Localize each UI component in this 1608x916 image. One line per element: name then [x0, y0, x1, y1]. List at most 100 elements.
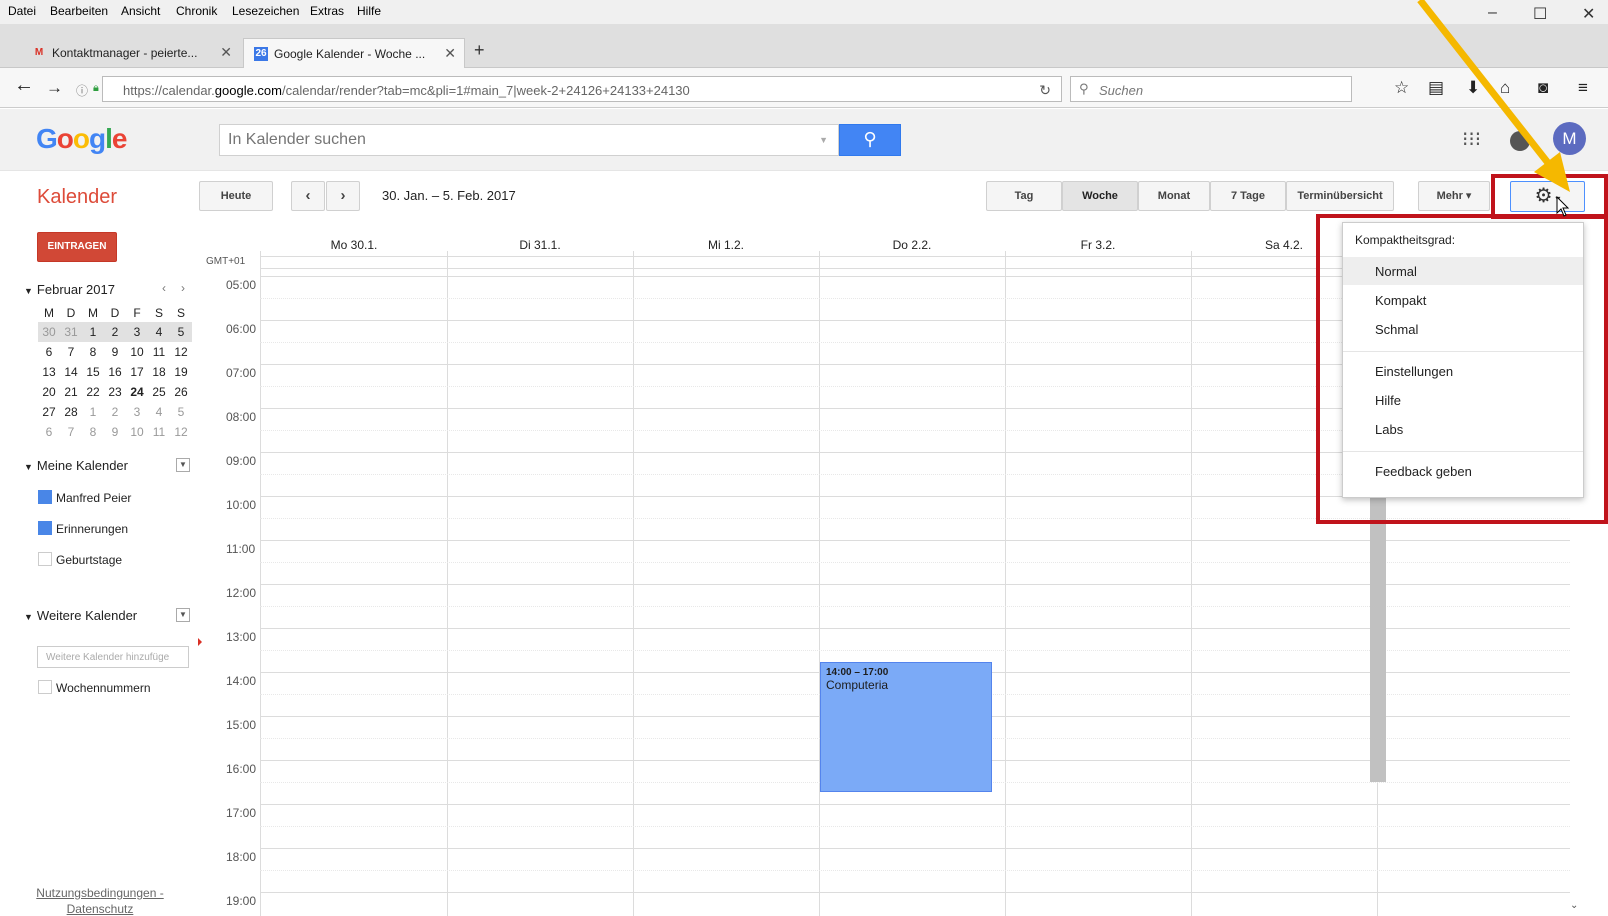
- mini-day[interactable]: 8: [82, 422, 104, 442]
- menu-extras[interactable]: Extras: [310, 4, 344, 18]
- calendar-item-label: Wochennummern: [56, 681, 151, 695]
- half-hour-line: [260, 826, 1570, 827]
- mini-day[interactable]: 5: [170, 402, 192, 422]
- timezone-label: GMT+01: [206, 256, 246, 267]
- menu-datei[interactable]: Datei: [8, 4, 36, 18]
- day-header-fri[interactable]: Fr 3.2.: [1005, 238, 1191, 252]
- mini-day[interactable]: 11: [148, 342, 170, 362]
- reload-icon[interactable]: ↻: [1039, 82, 1051, 99]
- mini-calendar-header[interactable]: ▼ Februar 2017: [24, 282, 115, 297]
- mini-day[interactable]: 20: [38, 382, 60, 402]
- add-calendar-input[interactable]: Weitere Kalender hinzufüge: [37, 646, 189, 668]
- menu-chronik[interactable]: Chronik: [176, 4, 217, 18]
- event-time: 14:00 – 17:00: [826, 667, 889, 678]
- date-range-label: 30. Jan. – 5. Feb. 2017: [382, 188, 516, 203]
- mini-day[interactable]: 2: [104, 402, 126, 422]
- time-label: 14:00: [226, 674, 257, 688]
- next-week-button[interactable]: ›: [326, 181, 360, 211]
- time-label: 12:00: [226, 586, 257, 600]
- mini-day[interactable]: 7: [60, 422, 82, 442]
- privacy-link[interactable]: Datenschutz: [20, 902, 180, 916]
- calendar-color-checkbox[interactable]: [38, 490, 52, 504]
- mini-day[interactable]: 31: [60, 322, 82, 342]
- mini-day[interactable]: 11: [148, 422, 170, 442]
- day-header-tue[interactable]: Di 31.1.: [447, 238, 633, 252]
- calendar-event[interactable]: 14:00 – 17:00 Computeria: [820, 662, 992, 792]
- mini-day[interactable]: 3: [126, 402, 148, 422]
- mini-day[interactable]: 28: [60, 402, 82, 422]
- terms-link[interactable]: Nutzungsbedingungen -: [20, 886, 180, 900]
- info-icon[interactable]: ⓘ: [76, 82, 88, 99]
- other-calendars-menu-icon[interactable]: ▼: [176, 608, 190, 622]
- mini-day[interactable]: 13: [38, 362, 60, 382]
- mini-day[interactable]: 9: [104, 342, 126, 362]
- mini-day[interactable]: 25: [148, 382, 170, 402]
- view-tag-button[interactable]: Tag: [986, 181, 1062, 211]
- weekday-header: M: [88, 306, 98, 320]
- mini-day[interactable]: 19: [170, 362, 192, 382]
- mini-prev-month-icon[interactable]: ‹: [162, 281, 166, 295]
- calendar-color-checkbox[interactable]: [38, 680, 52, 694]
- mini-day-today[interactable]: 24: [126, 382, 148, 402]
- tab-kontaktmanager[interactable]: M Kontaktmanager - peierte... ✕: [22, 38, 240, 68]
- mini-day[interactable]: 12: [170, 422, 192, 442]
- menu-hilfe[interactable]: Hilfe: [357, 4, 381, 18]
- mini-day[interactable]: 30: [38, 322, 60, 342]
- calendar-color-checkbox[interactable]: [38, 521, 52, 535]
- mini-day[interactable]: 4: [148, 402, 170, 422]
- day-header-wed[interactable]: Mi 1.2.: [633, 238, 819, 252]
- mini-day[interactable]: 5: [170, 322, 192, 342]
- scroll-down-icon[interactable]: ⌄: [1570, 900, 1578, 911]
- mini-day[interactable]: 17: [126, 362, 148, 382]
- mini-day[interactable]: 14: [60, 362, 82, 382]
- mini-day[interactable]: 10: [126, 342, 148, 362]
- mini-day[interactable]: 6: [38, 422, 60, 442]
- mini-day[interactable]: 7: [60, 342, 82, 362]
- mini-day[interactable]: 18: [148, 362, 170, 382]
- menu-ansicht[interactable]: Ansicht: [121, 4, 160, 18]
- mini-day[interactable]: 9: [104, 422, 126, 442]
- mini-day[interactable]: 21: [60, 382, 82, 402]
- day-header-mon[interactable]: Mo 30.1.: [261, 238, 447, 252]
- mini-day[interactable]: 1: [82, 322, 104, 342]
- previous-week-button[interactable]: ‹: [291, 181, 325, 211]
- google-logo[interactable]: Google: [36, 123, 127, 155]
- mini-day[interactable]: 22: [82, 382, 104, 402]
- forward-icon[interactable]: →: [46, 78, 63, 98]
- tab-close-icon[interactable]: ✕: [444, 45, 456, 62]
- mini-day[interactable]: 10: [126, 422, 148, 442]
- day-header-thu[interactable]: Do 2.2.: [819, 238, 1005, 252]
- mini-day[interactable]: 12: [170, 342, 192, 362]
- tab-close-icon[interactable]: ✕: [220, 44, 232, 61]
- mini-day[interactable]: 15: [82, 362, 104, 382]
- mini-day[interactable]: 6: [38, 342, 60, 362]
- calendar-color-checkbox[interactable]: [38, 552, 52, 566]
- calendar-item-label: Geburtstage: [56, 553, 123, 567]
- time-label: 15:00: [226, 718, 257, 732]
- today-button[interactable]: Heute: [199, 181, 273, 211]
- url-bar[interactable]: https://calendar.google.com/calendar/ren…: [102, 76, 1062, 102]
- mini-next-month-icon[interactable]: ›: [181, 281, 185, 295]
- page-title: Kalender: [37, 186, 118, 208]
- back-icon[interactable]: ←: [14, 74, 34, 97]
- mini-day[interactable]: 16: [104, 362, 126, 382]
- mini-day[interactable]: 3: [126, 322, 148, 342]
- new-tab-icon[interactable]: +: [474, 40, 485, 61]
- mini-day[interactable]: 26: [170, 382, 192, 402]
- other-calendars-header[interactable]: ▼ Weitere Kalender: [24, 608, 137, 623]
- search-options-icon[interactable]: ▼: [819, 135, 828, 145]
- my-calendars-header[interactable]: ▼ Meine Kalender: [24, 458, 128, 473]
- mini-day[interactable]: 1: [82, 402, 104, 422]
- mini-day[interactable]: 23: [104, 382, 126, 402]
- mini-day[interactable]: 8: [82, 342, 104, 362]
- calendar-search-input[interactable]: [228, 126, 788, 154]
- tab-google-kalender[interactable]: 26 Google Kalender - Woche ... ✕: [243, 38, 465, 68]
- my-calendars-menu-icon[interactable]: ▼: [176, 458, 190, 472]
- menu-bearbeiten[interactable]: Bearbeiten: [50, 4, 108, 18]
- mini-day[interactable]: 2: [104, 322, 126, 342]
- mini-day[interactable]: 4: [148, 322, 170, 342]
- mini-day[interactable]: 27: [38, 402, 60, 422]
- create-event-button[interactable]: EINTRAGEN: [37, 232, 117, 262]
- calendar-search-button[interactable]: ⚲: [839, 124, 901, 156]
- menu-lesezeichen[interactable]: Lesezeichen: [232, 4, 299, 18]
